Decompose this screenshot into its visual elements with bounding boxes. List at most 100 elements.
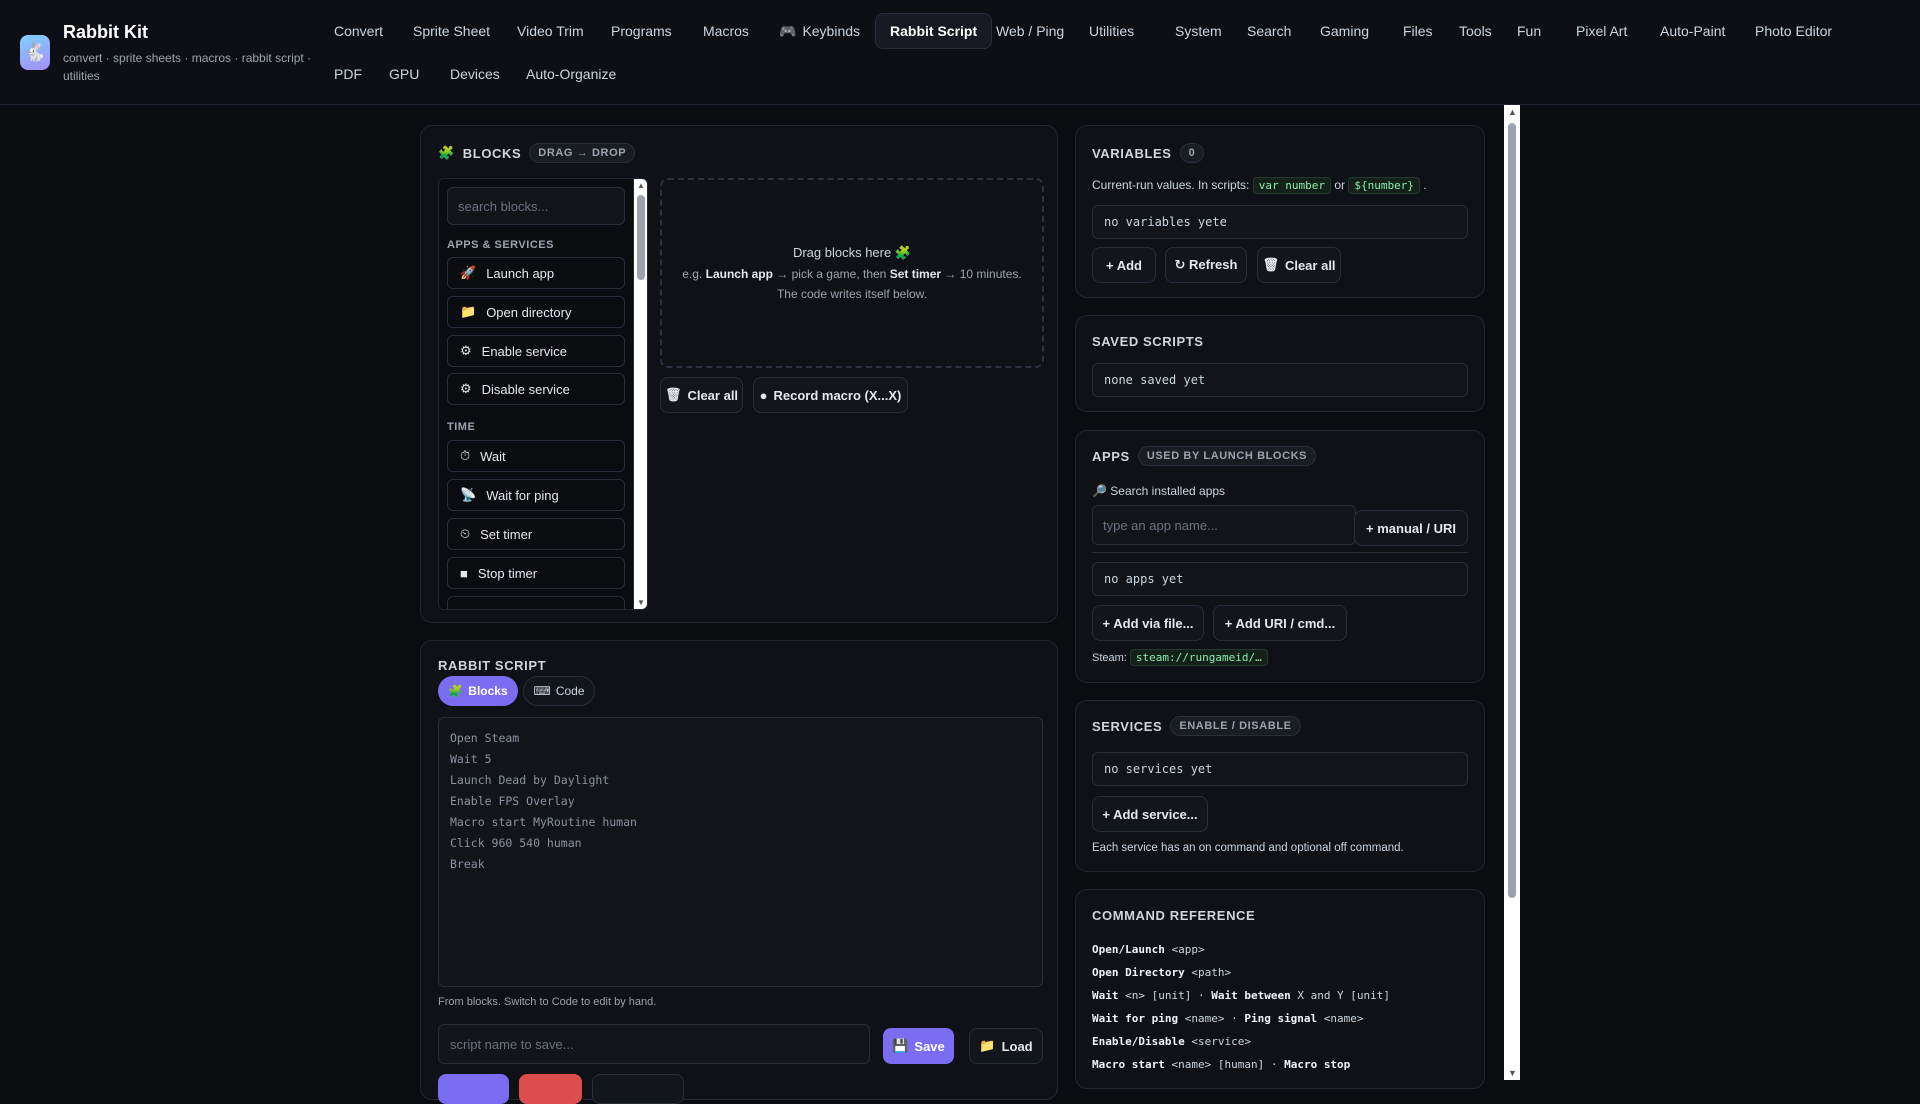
add-app-file-button[interactable]: + Add via file... [1092, 605, 1204, 641]
gear-icon: ⚙ [460, 343, 472, 358]
block-wait[interactable]: ⏱ Wait [447, 440, 625, 472]
block-palette[interactable]: search blocks... APPS & SERVICES 🚀 Launch… [438, 178, 648, 610]
app-logo: 🐇 [20, 35, 50, 70]
top-bar: 🐇 Rabbit Kit convert · sprite sheets · m… [0, 0, 1920, 105]
block-disable-service[interactable]: ⚙ Disable service [447, 373, 625, 405]
rabbit-icon: 🐇 [23, 42, 47, 62]
add-variable-button[interactable]: + Add [1092, 247, 1156, 283]
variables-header: VARIABLES 0 [1092, 143, 1205, 163]
script-name-input[interactable]: script name to save... [438, 1024, 870, 1064]
nav-tab-keybinds[interactable]: 🎮 Keybinds [765, 13, 874, 49]
nav-tab-photo-editor[interactable]: Photo Editor [1741, 13, 1846, 49]
add-app-uri-button[interactable]: + Add URI / cmd... [1213, 605, 1347, 641]
nav-tab-gpu[interactable]: GPU [375, 56, 433, 92]
block-set-timer[interactable]: ⏲ Set timer [447, 518, 625, 550]
block-wait-for-ping[interactable]: 📡 Wait for ping [447, 479, 625, 511]
palette-scrollbar[interactable]: ▲ ▼ [633, 179, 647, 609]
block-search-input[interactable]: search blocks... [447, 187, 625, 225]
rocket-icon: 🚀 [460, 265, 477, 280]
nav-tab-auto-organize[interactable]: Auto-Organize [512, 56, 630, 92]
command-reference-title: COMMAND REFERENCE [1092, 908, 1256, 923]
steam-hint: Steam: steam://rungameid/… [1092, 649, 1268, 666]
nav-tab-sprite-sheet[interactable]: Sprite Sheet [399, 13, 504, 49]
reference-line: Open/Launch <app> [1092, 943, 1205, 956]
nav-tab-pixel-art[interactable]: Pixel Art [1562, 13, 1641, 49]
scrollbar-thumb[interactable] [637, 195, 645, 280]
manual-uri-button[interactable]: + manual / URI [1354, 510, 1468, 546]
variables-desc: Current-run values. In scripts: var numb… [1092, 177, 1427, 194]
apps-panel: APPS USED BY LAUNCH BLOCKS 🔎 Search insta… [1075, 430, 1485, 683]
reference-line: Wait <n> [unit] · Wait between X and Y [… [1092, 989, 1391, 1002]
block-open-directory[interactable]: 📁 Open directory [447, 296, 625, 328]
scrollbar-thumb[interactable] [1508, 123, 1516, 898]
gamepad-icon: 🎮 [779, 22, 797, 39]
scroll-down-arrow-icon[interactable]: ▼ [1508, 1068, 1517, 1078]
divider [1092, 552, 1468, 553]
nav-tab-utilities[interactable]: Utilities [1075, 13, 1148, 49]
blocks-title: BLOCKS [462, 145, 522, 161]
drop-zone-hint-2: The code writes itself below. [776, 287, 928, 301]
satellite-icon: 📡 [460, 487, 477, 502]
block-enable-service[interactable]: ⚙ Enable service [447, 335, 625, 367]
scroll-up-arrow-icon[interactable]: ▲ [1508, 107, 1517, 117]
apps-list: no apps yet [1092, 562, 1468, 596]
services-header: SERVICES ENABLE / DISABLE [1092, 716, 1301, 736]
services-panel: SERVICES ENABLE / DISABLE no services yet… [1075, 700, 1485, 872]
saved-scripts-panel: SAVED SCRIPTS none saved yet [1075, 315, 1485, 412]
app-search-input[interactable]: type an app name... [1092, 505, 1356, 545]
clear-variables-button[interactable]: 🗑 Clear all [1257, 247, 1341, 283]
code-line: Launch Dead by Daylight [450, 773, 610, 787]
block-stop-timer[interactable]: ■ Stop timer [447, 557, 625, 589]
nav-tab-rabbit-script[interactable]: Rabbit Script [875, 13, 993, 49]
code-line: Macro start MyRoutine human [450, 815, 637, 829]
apps-badge: USED BY LAUNCH BLOCKS [1137, 446, 1317, 466]
script-code-area[interactable]: Open Steam Wait 5 Launch Dead by Dayligh… [438, 717, 1043, 987]
code-line: Enable FPS Overlay [450, 794, 575, 808]
add-service-button[interactable]: + Add service... [1092, 796, 1208, 832]
variables-count: 0 [1179, 143, 1205, 163]
script-note: From blocks. Switch to Code to edit by h… [438, 996, 657, 1008]
load-script-button[interactable]: 📁 Load [969, 1028, 1043, 1064]
puzzle-icon: 🧩 [448, 684, 464, 698]
stopwatch-icon: ⏱ [460, 448, 471, 463]
nav-tab-search[interactable]: Search [1233, 13, 1305, 49]
record-macro-button[interactable]: ● Record macro (X...X) [753, 377, 908, 413]
block-partial[interactable] [447, 596, 625, 609]
scroll-up-arrow-icon[interactable]: ▲ [637, 181, 645, 190]
secondary-button[interactable] [592, 1074, 684, 1104]
nav-tab-tools[interactable]: Tools [1445, 13, 1506, 49]
nav-tab-convert[interactable]: Convert [320, 13, 397, 49]
code-line: Break [450, 857, 485, 871]
nav-tab-gaming[interactable]: Gaming [1306, 13, 1383, 49]
tab-blocks[interactable]: 🧩 Blocks [438, 676, 518, 706]
page-scrollbar[interactable]: ▲ ▼ [1504, 105, 1520, 1080]
save-script-button[interactable]: 💾 Save [883, 1028, 954, 1064]
nav-tab-auto-paint[interactable]: Auto-Paint [1646, 13, 1739, 49]
nav-tab-files[interactable]: Files [1389, 13, 1447, 49]
block-drop-zone[interactable]: Drag blocks here 🧩 e.g. Launch app → pic… [660, 178, 1044, 368]
blocks-header: 🧩 BLOCKS DRAG → DROP [438, 143, 636, 163]
scroll-down-arrow-icon[interactable]: ▼ [637, 598, 645, 607]
group-label-apps: APPS & SERVICES [447, 239, 554, 251]
nav-tab-system[interactable]: System [1161, 13, 1236, 49]
run-button[interactable] [438, 1074, 509, 1104]
nav-tab-devices[interactable]: Devices [436, 56, 514, 92]
reference-line: Open Directory <path> [1092, 966, 1232, 979]
saved-scripts-list: none saved yet [1092, 363, 1468, 397]
saved-scripts-title: SAVED SCRIPTS [1092, 334, 1204, 349]
nav-tab-pdf[interactable]: PDF [320, 56, 376, 92]
trash-icon: 🗑 [664, 387, 682, 402]
tab-code[interactable]: ⌨ Code [523, 676, 595, 706]
nav-tab-macros[interactable]: Macros [689, 13, 763, 49]
services-list: no services yet [1092, 752, 1468, 786]
nav-tab-video-trim[interactable]: Video Trim [503, 13, 598, 49]
reference-line: Enable/Disable <service> [1092, 1035, 1251, 1048]
nav-tab-fun[interactable]: Fun [1503, 13, 1555, 49]
stop-button[interactable] [519, 1074, 582, 1104]
refresh-variables-button[interactable]: ↻ Refresh [1165, 247, 1247, 283]
puzzle-icon: 🧩 [894, 245, 912, 260]
nav-tab-web-ping[interactable]: Web / Ping [982, 13, 1078, 49]
clear-blocks-button[interactable]: 🗑 Clear all [660, 377, 743, 413]
nav-tab-programs[interactable]: Programs [597, 13, 686, 49]
block-launch-app[interactable]: 🚀 Launch app [447, 257, 625, 289]
